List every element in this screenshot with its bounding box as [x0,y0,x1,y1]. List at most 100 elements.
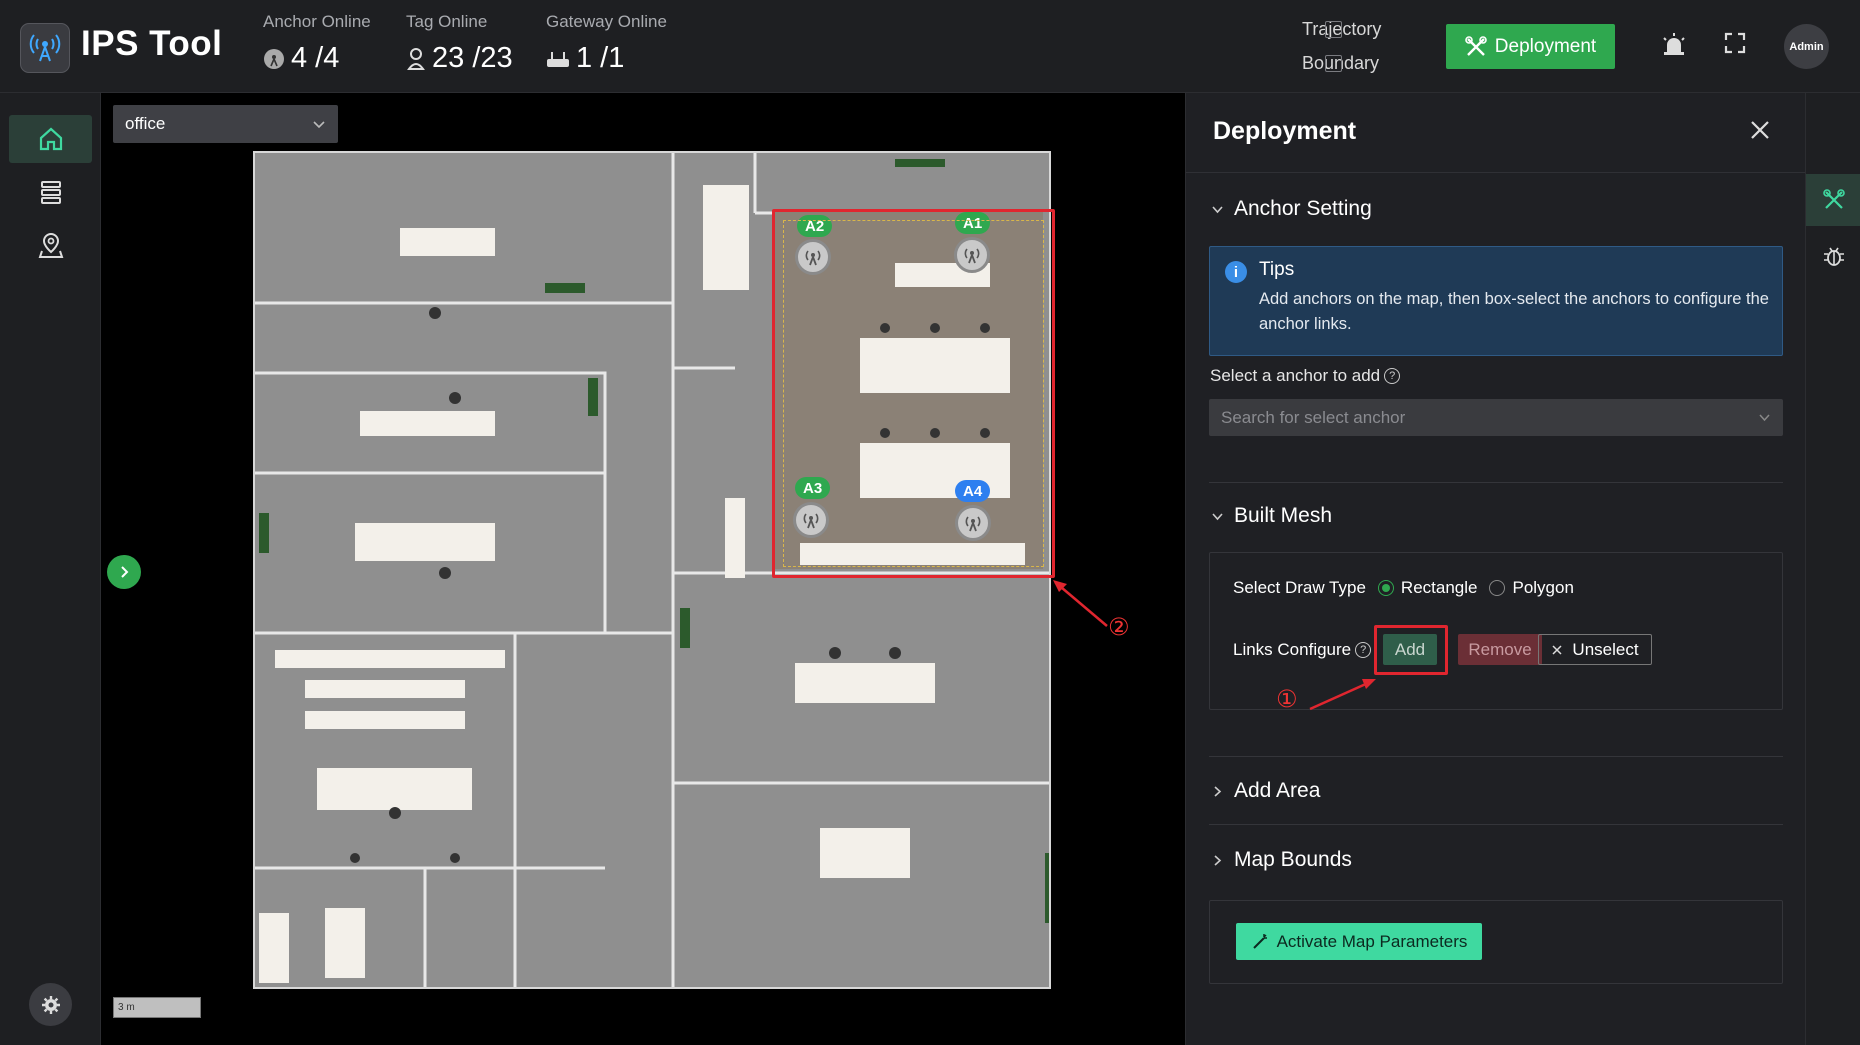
rectangle-radio-label: Rectangle [1400,578,1478,597]
gateway-online-label: Gateway Online [546,12,667,31]
gateway-online-stat: Gateway Online 1 /1 [546,12,667,75]
built-mesh-box: Select Draw Type Rectangle Polygon Links… [1209,552,1783,713]
chevron-down-icon [1759,414,1770,422]
selection-dashed-box [783,220,1044,567]
activate-map-parameters-label: Activate Map Parameters [1276,931,1468,951]
chevron-down-icon [313,121,325,129]
add-button-highlight [1374,625,1448,675]
section-divider [1209,824,1783,825]
map-scale: 3 m [113,997,201,1018]
close-icon[interactable] [1749,119,1771,146]
app-title: IPS Tool [81,24,223,63]
unselect-button[interactable]: Unselect [1538,634,1652,665]
floor-select[interactable]: office [113,105,338,143]
anchor-icon [264,48,284,69]
anchor-search-select[interactable]: Search for select anchor [1209,399,1783,436]
anchor-online-label: Anchor Online [263,12,371,31]
expand-sidebar-button[interactable] [107,555,141,589]
anchor-online-stat: Anchor Online 4 /4 [263,12,371,75]
router-icon [547,51,569,67]
anchor-search-placeholder: Search for select anchor [1221,407,1406,427]
section-divider [1209,756,1783,757]
sidebar-item-location[interactable] [9,221,92,269]
gateway-online-value: 1 /1 [576,42,625,74]
close-icon [1552,644,1562,655]
floor-select-value: office [125,114,166,133]
map-bounds-header[interactable]: Map Bounds [1211,848,1352,872]
add-area-title: Add Area [1234,779,1321,802]
tag-online-stat: Tag Online 23 /23 [406,12,513,75]
links-configure-text: Links Configure [1233,640,1352,659]
section-divider [1209,482,1783,483]
tools-icon [1464,35,1487,56]
home-icon [39,127,62,151]
boundary-checkbox-box[interactable] [1325,55,1342,72]
links-configure-label: Links Configure ? [1233,640,1372,660]
left-sidebar [0,93,101,1045]
antenna-icon [29,34,61,62]
fullscreen-icon[interactable] [1724,32,1746,59]
settings-button[interactable] [29,983,72,1026]
bug-icon [1823,247,1844,266]
remove-link-button[interactable]: Remove [1458,634,1542,665]
anchor-online-value: 4 /4 [291,42,340,74]
tools-icon [1822,189,1845,209]
activate-map-parameters-button[interactable]: Activate Map Parameters [1236,923,1482,960]
polygon-radio-dot[interactable] [1489,580,1506,596]
trajectory-checkbox[interactable]: Trajectory [1302,19,1381,40]
map-bounds-title: Map Bounds [1234,848,1352,871]
annotation-arrow-1 [1309,679,1376,711]
panel-divider [1186,172,1806,173]
app-logo [20,23,70,73]
trajectory-checkbox-box[interactable] [1325,21,1342,38]
add-area-header[interactable]: Add Area [1211,779,1320,803]
draw-type-label: Select Draw Type [1233,578,1366,597]
draw-type-row: Select Draw Type Rectangle Polygon [1233,578,1574,598]
tag-online-label: Tag Online [406,12,488,31]
tag-online-value: 23 /23 [432,42,513,74]
help-icon[interactable]: ? [1384,368,1401,384]
sidebar-item-list[interactable] [9,168,92,216]
built-mesh-title: Built Mesh [1234,504,1333,527]
built-mesh-header[interactable]: Built Mesh [1211,504,1332,528]
gear-icon [41,995,60,1014]
deployment-panel: Deployment Anchor Setting i Tips Add anc… [1185,93,1806,1045]
select-anchor-label: Select a anchor to add ? [1210,366,1401,386]
anchor-setting-header[interactable]: Anchor Setting [1211,197,1372,221]
tips-box: i Tips Add anchors on the map, then box-… [1209,246,1783,356]
chevron-right-icon [1214,854,1222,866]
deployment-tool-tab[interactable] [1806,174,1860,226]
rectangle-radio-dot[interactable] [1377,580,1394,596]
boundary-checkbox[interactable]: Boundary [1302,53,1379,74]
help-icon[interactable]: ? [1355,642,1372,658]
unselect-label: Unselect [1572,639,1639,659]
polygon-radio-label: Polygon [1512,578,1574,597]
rectangle-radio[interactable]: Rectangle [1377,578,1478,598]
app-root: IPS Tool Anchor Online 4 /4 Tag Online 2… [0,0,1860,1045]
chevron-down-icon [1212,205,1223,213]
user-avatar[interactable]: Admin [1784,24,1829,69]
sidebar-item-home[interactable] [9,115,92,163]
wand-icon [1252,933,1267,949]
person-pin-icon [407,47,425,70]
map-bounds-box: Activate Map Parameters [1209,900,1783,984]
info-icon: i [1225,261,1247,283]
alarm-icon[interactable] [1661,32,1687,63]
anchor-selection-highlight [772,209,1055,578]
right-tool-rail [1805,93,1860,1045]
tips-title: Tips [1259,259,1295,280]
annotation-marker-2: ② [1108,614,1130,641]
panel-title: Deployment [1213,117,1357,145]
deployment-button-label: Deployment [1494,35,1597,57]
polygon-radio[interactable]: Polygon [1489,578,1574,598]
map-canvas[interactable]: office A2 A1 A3 A4 ② 3 m [101,93,1185,1045]
map-pin-icon [38,232,63,258]
server-list-icon [40,181,61,204]
anchor-setting-title: Anchor Setting [1234,197,1372,220]
deployment-button[interactable]: Deployment [1446,24,1615,69]
annotation-marker-1: ① [1276,686,1298,713]
select-anchor-label-text: Select a anchor to add [1210,366,1381,385]
top-header: IPS Tool Anchor Online 4 /4 Tag Online 2… [0,0,1860,93]
chevron-right-icon [121,566,129,578]
debug-tool-tab[interactable] [1806,230,1860,282]
